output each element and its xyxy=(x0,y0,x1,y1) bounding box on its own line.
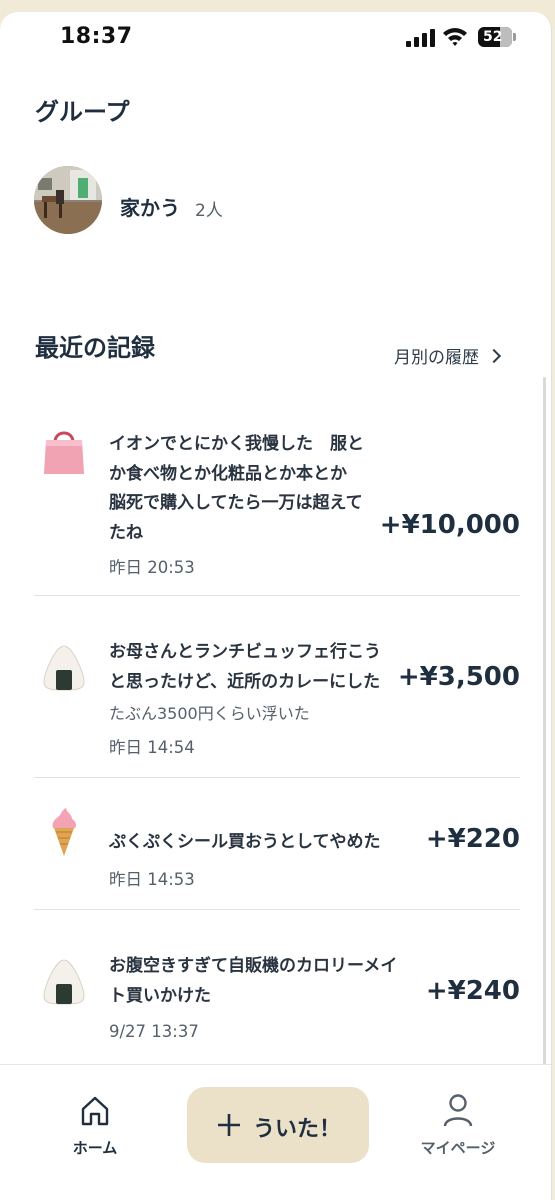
plus-icon xyxy=(218,1114,240,1136)
record-time: 9/27 13:37 xyxy=(109,1022,199,1041)
groups-title: グループ xyxy=(35,98,130,126)
bottom-navigation: ホーム ういた！ マイページ xyxy=(0,1064,551,1200)
record-amount: +¥3,500 xyxy=(397,662,520,692)
record-title-line: たね xyxy=(109,522,143,543)
record-amount: +¥220 xyxy=(425,824,520,854)
add-record-label: ういた！ xyxy=(253,1117,342,1142)
user-icon xyxy=(443,1094,473,1127)
battery-icon: 52 xyxy=(478,27,512,47)
record-title-line: ト買いかけた xyxy=(109,985,211,1006)
group-avatar xyxy=(34,166,102,234)
status-bar: 18:37 52 xyxy=(0,12,551,60)
record-time: 昨日 14:53 xyxy=(109,870,195,889)
record-title-line: イオンでとにかく我慢した 服と xyxy=(109,434,364,454)
record-time: 昨日 20:53 xyxy=(109,558,195,577)
record-item[interactable]: お腹空きすぎて自販機のカロリーメイ ト買いかけた 9/27 13:37 +¥24… xyxy=(34,910,520,1060)
cellular-signal-icon xyxy=(406,29,435,47)
record-title-line: ぷくぷくシール買おうとしてやめた xyxy=(109,832,381,852)
record-title-line: お腹空きすぎて自販機のカロリーメイ xyxy=(109,956,398,976)
record-title-line: お母さんとランチビュッフェ行こう xyxy=(109,642,381,662)
monthly-history-label: 月別の履歴 xyxy=(394,348,479,368)
record-time: 昨日 14:54 xyxy=(109,738,195,757)
nav-home-label: ホーム xyxy=(72,1139,118,1157)
record-amount: +¥240 xyxy=(425,976,520,1006)
battery-level: 52 xyxy=(483,29,503,45)
record-title-line: 脳死で購入してたら一万は超えて xyxy=(109,493,363,513)
nav-mypage-label: マイページ xyxy=(420,1139,496,1157)
wifi-icon xyxy=(443,28,467,46)
battery-tip xyxy=(513,33,516,41)
record-amount: +¥10,000 xyxy=(379,510,520,540)
record-item[interactable]: お母さんとランチビュッフェ行こう と思ったけど、近所のカレーにした たぶん350… xyxy=(34,596,520,776)
home-icon xyxy=(81,1096,109,1126)
shopping-bag-icon xyxy=(44,431,84,474)
group-item[interactable]: 家かう 2人 xyxy=(34,166,334,240)
record-note: たぶん3500円くらい浮いた xyxy=(109,704,310,723)
recent-records-title: 最近の記録 xyxy=(35,334,155,362)
scrollbar[interactable] xyxy=(543,377,546,1067)
record-item[interactable]: ぷくぷくシール買おうとしてやめた 昨日 14:53 +¥220 xyxy=(34,778,520,908)
record-title-line: と思ったけど、近所のカレーにした xyxy=(109,671,381,692)
status-time: 18:37 xyxy=(60,24,133,49)
soft-serve-icon xyxy=(52,808,76,856)
nav-home[interactable]: ホーム xyxy=(62,1093,128,1157)
record-title-line: か食べ物とか化粧品とか本とか xyxy=(109,463,347,484)
add-record-button[interactable]: ういた！ xyxy=(187,1087,369,1163)
onigiri-icon xyxy=(43,645,85,691)
onigiri-icon xyxy=(43,959,85,1005)
nav-mypage[interactable]: マイページ xyxy=(410,1093,506,1157)
chevron-right-icon xyxy=(486,348,502,364)
group-name: 家かう xyxy=(120,196,180,220)
group-member-count: 2人 xyxy=(195,201,223,221)
record-item[interactable]: イオンでとにかく我慢した 服と か食べ物とか化粧品とか本とか 脳死で購入してたら… xyxy=(34,414,520,594)
monthly-history-link[interactable]: 月別の履歴 xyxy=(394,343,502,368)
app-screen: 18:37 52 グループ 家かう 2人 最近の記録 月別の履歴 イオンでとにか… xyxy=(0,12,552,1200)
